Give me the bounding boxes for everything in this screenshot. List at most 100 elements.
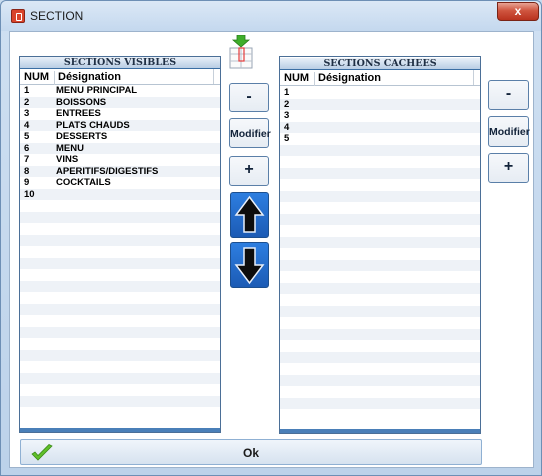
app-icon [11,9,25,23]
row-num: 9 [24,177,30,188]
title-bar[interactable]: SECTION x [1,1,541,31]
modify-hidden-section-button[interactable]: Modifier [488,116,530,147]
visible-column-header: NUM Désignation [20,69,220,85]
row-num: 2 [24,96,30,108]
table-row[interactable] [20,384,220,396]
ok-button[interactable]: Ok [20,439,482,465]
row-designation: VINS [56,154,79,165]
hidden-sections-title: SECTIONS CACHEES [280,58,480,70]
table-row[interactable] [280,351,480,363]
table-row[interactable] [280,305,480,317]
table-row[interactable]: 1 MENU PRINCIPAL [20,85,220,97]
table-row[interactable] [20,200,220,212]
section-window: SECTION x SECTIONS VISIBLES NUM Désignat… [0,0,542,476]
row-num: 1 [24,85,30,96]
column-designation[interactable]: Désignation [314,72,381,86]
table-row[interactable] [280,409,480,421]
table-row[interactable] [20,326,220,338]
table-row[interactable] [280,144,480,156]
table-row[interactable] [280,213,480,225]
column-num[interactable]: NUM [24,71,49,83]
row-designation: MENU PRINCIPAL [56,85,138,96]
table-row[interactable] [20,372,220,384]
arrow-up-icon [234,195,265,233]
table-row[interactable]: 3 [280,110,480,122]
list-footer-bar [280,429,480,433]
table-row[interactable] [20,407,220,419]
table-row[interactable] [20,246,220,258]
arrow-down-icon [234,247,265,285]
table-row[interactable]: 2 BOISSONS [20,96,220,108]
remove-hidden-section-button[interactable]: - [488,80,529,110]
table-row[interactable]: 1 [280,87,480,99]
table-row[interactable] [280,363,480,375]
add-section-button[interactable]: + [229,156,269,186]
table-row[interactable] [20,257,220,269]
table-row[interactable]: 5 DESSERTS [20,131,220,143]
column-num[interactable]: NUM [284,72,309,84]
close-button[interactable]: x [497,2,539,21]
table-row[interactable] [20,338,220,350]
row-num: 5 [24,131,30,142]
hidden-rows: 12345 [280,87,480,421]
table-row[interactable] [280,202,480,214]
table-row[interactable] [280,259,480,271]
remove-section-button[interactable]: - [229,83,269,112]
table-row[interactable] [280,317,480,329]
table-row[interactable] [20,211,220,223]
row-designation: DESSERTS [56,131,108,142]
table-row[interactable]: 3 ENTREES [20,108,220,120]
move-down-button[interactable] [230,242,269,288]
table-row[interactable] [20,303,220,315]
hidden-sections-list: SECTIONS CACHEES NUM Désignation 12345 [279,56,481,434]
table-row[interactable] [280,328,480,340]
table-row[interactable] [280,374,480,386]
list-footer-bar [20,428,220,432]
column-designation[interactable]: Désignation [54,71,121,85]
table-row[interactable] [20,315,220,327]
table-row[interactable]: 2 [280,98,480,110]
row-num: 1 [284,87,290,98]
move-up-button[interactable] [230,192,269,238]
table-row[interactable] [20,361,220,373]
row-designation: COCKTAILS [56,177,111,188]
table-row[interactable] [280,190,480,202]
add-hidden-section-button[interactable]: + [488,153,529,183]
table-row[interactable]: 4 [280,121,480,133]
visible-rows: 1 MENU PRINCIPAL 2 BOISSONS 3 ENTREES 4 PLATS C… [20,85,220,419]
table-row[interactable]: 4 PLATS CHAUDS [20,119,220,131]
table-row[interactable]: 5 [280,133,480,145]
table-row[interactable] [20,349,220,361]
table-row[interactable] [280,179,480,191]
table-row[interactable] [20,395,220,407]
visible-sections-list: SECTIONS VISIBLES NUM Désignation 1 MENU … [19,56,221,433]
table-row[interactable]: 9 COCKTAILS [20,177,220,189]
export-table-icon [229,35,253,69]
table-row[interactable] [20,234,220,246]
table-row[interactable] [280,167,480,179]
table-row[interactable] [280,386,480,398]
table-row[interactable]: 6 MENU [20,142,220,154]
table-row[interactable] [280,294,480,306]
table-row[interactable] [280,156,480,168]
table-row[interactable]: 7 VINS [20,154,220,166]
window-title: SECTION [30,9,84,23]
table-row[interactable] [20,280,220,292]
table-row[interactable] [280,271,480,283]
table-row[interactable]: 8 APERITIFS/DIGESTIFS [20,165,220,177]
table-row[interactable] [20,223,220,235]
table-row[interactable] [20,269,220,281]
table-row[interactable] [280,340,480,352]
row-designation: ENTREES [56,108,101,119]
table-row[interactable] [280,282,480,294]
row-num: 7 [24,154,30,165]
table-row[interactable] [20,292,220,304]
table-row[interactable]: 10 [20,188,220,200]
table-row[interactable] [280,225,480,237]
table-row[interactable] [280,397,480,409]
row-designation: PLATS CHAUDS [56,119,130,131]
table-row[interactable] [280,248,480,260]
visible-sections-title: SECTIONS VISIBLES [20,57,220,69]
table-row[interactable] [280,236,480,248]
modify-section-button[interactable]: Modifier [229,118,271,148]
